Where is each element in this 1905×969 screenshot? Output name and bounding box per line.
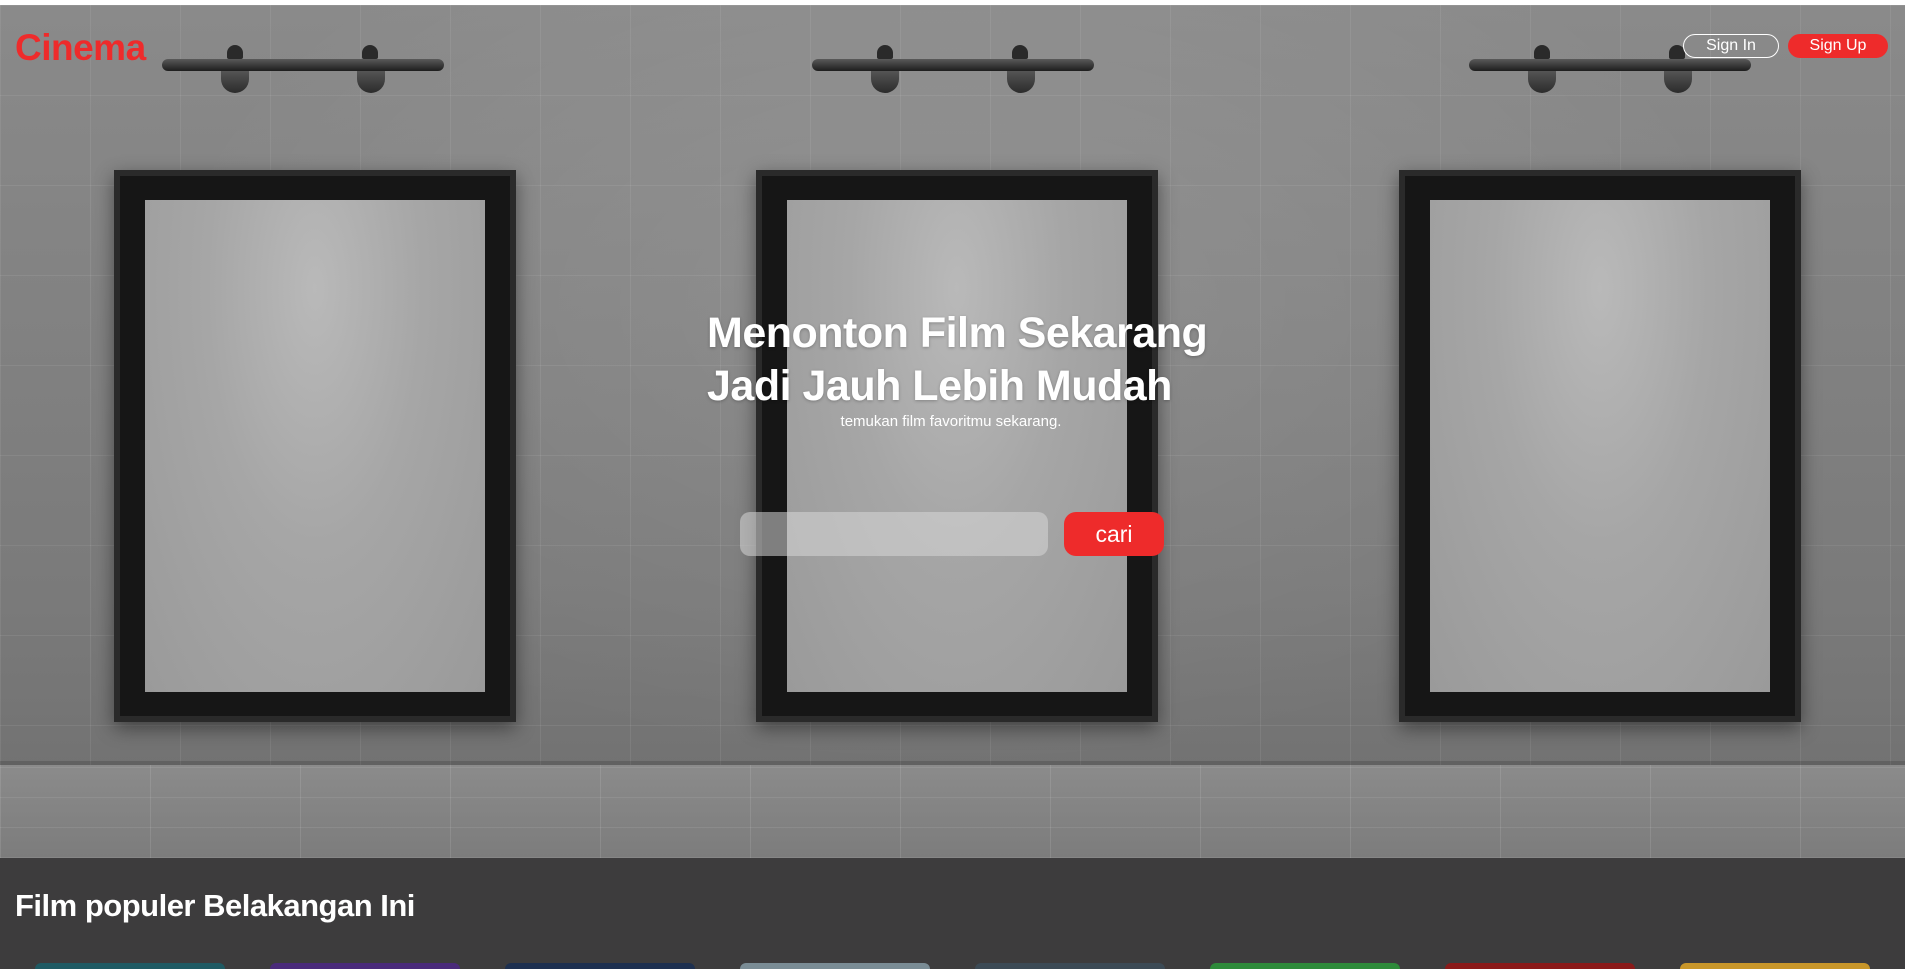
search-input[interactable]	[740, 512, 1048, 556]
hero-headline-line1: Menonton Film Sekarang	[707, 309, 1208, 357]
hero-section	[0, 5, 1905, 858]
movie-card[interactable]	[1210, 963, 1400, 969]
poster-frame-center	[756, 170, 1158, 722]
logo[interactable]: Cinema	[15, 27, 146, 69]
lamp-center	[812, 45, 1094, 105]
movie-card[interactable]	[975, 963, 1165, 969]
movie-card[interactable]	[35, 963, 225, 969]
blank-poster	[145, 200, 485, 692]
poster-frame-right	[1399, 170, 1801, 722]
blank-poster	[1430, 200, 1770, 692]
movie-card[interactable]	[1680, 963, 1870, 969]
blank-poster	[787, 200, 1127, 692]
hero-headline-line2: Jadi Jauh Lebih Mudah	[707, 362, 1172, 410]
sign-up-button[interactable]: Sign Up	[1788, 34, 1888, 58]
movie-card[interactable]	[505, 963, 695, 969]
movie-card[interactable]	[270, 963, 460, 969]
hero-headline: Menonton Film Sekarang Jadi Jauh Lebih M…	[707, 307, 1227, 413]
popular-movie-list	[0, 963, 1905, 969]
movie-card[interactable]	[1445, 963, 1635, 969]
poster-frame-left	[114, 170, 516, 722]
search-button[interactable]: cari	[1064, 512, 1164, 556]
floor-background	[0, 765, 1905, 858]
hero-subheadline: temukan film favoritmu sekarang.	[840, 413, 1062, 430]
lamp-left	[162, 45, 444, 105]
section-title-popular: Film populer Belakangan Ini	[15, 888, 415, 923]
movie-card[interactable]	[740, 963, 930, 969]
sign-in-button[interactable]: Sign In	[1683, 34, 1779, 58]
